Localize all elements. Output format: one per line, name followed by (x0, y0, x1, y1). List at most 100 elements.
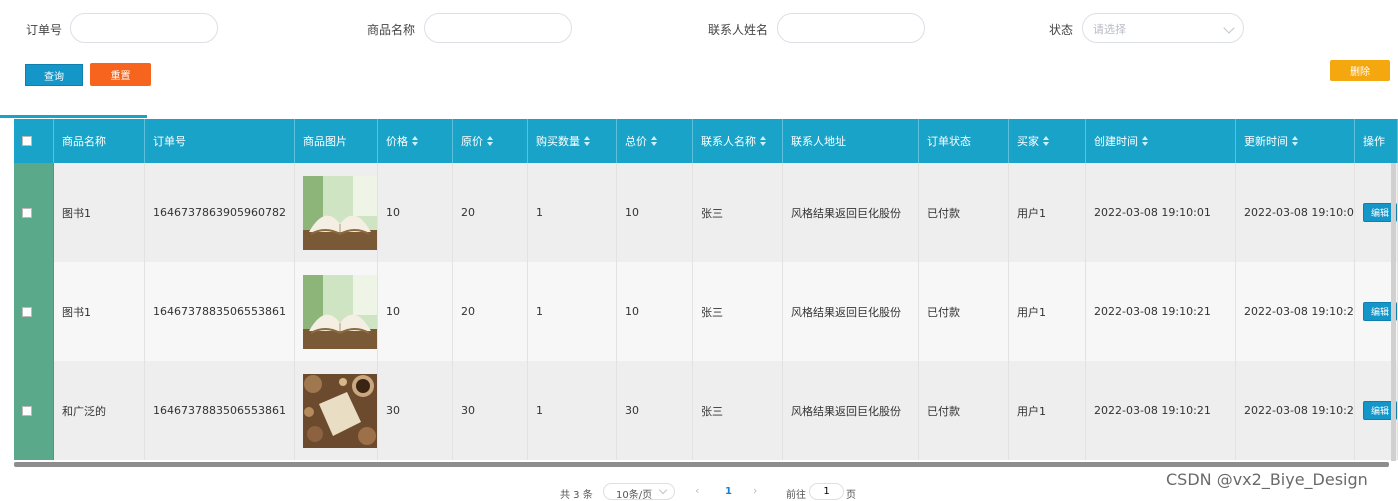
status-select[interactable]: 请选择 (1082, 13, 1244, 43)
cell-total: 30 (617, 361, 693, 460)
cell-text: 2022-03-08 19:10:27 (1244, 305, 1355, 318)
column-header-quantity[interactable]: 购买数量 (528, 119, 617, 163)
column-header-product-name: 商品名称 (54, 119, 145, 163)
column-header-updated-at[interactable]: 更新时间 (1236, 119, 1355, 163)
cell-text: 20 (461, 305, 475, 318)
column-header-actions: 操作 (1355, 119, 1398, 163)
column-header-original-price[interactable]: 原价 (453, 119, 528, 163)
cell-updated-at: 2022-03-08 19:10:27 (1236, 361, 1355, 460)
delete-button[interactable]: 删除 (1330, 60, 1390, 81)
column-header-check[interactable] (14, 119, 54, 163)
chevron-down-icon (658, 485, 668, 495)
cell-contact-name: 张三 (693, 361, 783, 460)
cell-contact-address: 风格结果返回巨化股份 (783, 163, 919, 262)
sort-icon[interactable] (487, 136, 493, 146)
cell-text: 30 (386, 404, 400, 417)
table-row: 和广泛的 1646737883506553861 30 30 1 30 张三 风格结果返回巨化… (14, 361, 1398, 460)
cell-created-at: 2022-03-08 19:10:21 (1086, 361, 1236, 460)
select-all-checkbox[interactable] (22, 136, 32, 146)
cell-price: 10 (378, 262, 453, 361)
row-checkbox[interactable] (22, 207, 32, 218)
product-name-input[interactable] (424, 13, 572, 43)
sort-icon[interactable] (651, 136, 657, 146)
cell-product-name: 图书1 (54, 262, 145, 361)
cell-image (295, 361, 378, 460)
contact-name-input[interactable] (777, 13, 925, 43)
watermark: CSDN @vx2_Biye_Design (1166, 470, 1368, 489)
column-header-created-at[interactable]: 创建时间 (1086, 119, 1236, 163)
next-page-icon[interactable]: › (753, 484, 757, 497)
goto-label: 前往 (786, 490, 806, 501)
cell-updated-at: 2022-03-08 19:10:27 (1236, 262, 1355, 361)
cell-text: 风格结果返回巨化股份 (791, 404, 901, 418)
cell-order-status: 已付款 (919, 163, 1009, 262)
cell-text: 2022-03-08 19:10:21 (1094, 305, 1211, 318)
cell-text: 1646737863905960782 (153, 206, 286, 219)
row-checkbox[interactable] (22, 405, 32, 416)
prev-page-icon[interactable]: ‹ (695, 484, 699, 497)
column-header-label: 买家 (1017, 135, 1039, 148)
cell-text: 2022-03-08 19:10:08 (1244, 206, 1355, 219)
query-button[interactable]: 查询 (25, 64, 83, 86)
goto-page-input[interactable] (809, 483, 844, 500)
cell-text: 用户1 (1017, 404, 1046, 418)
column-header-order-status: 订单状态 (919, 119, 1009, 163)
column-header-label: 原价 (461, 135, 483, 148)
table-row: 图书1 1646737863905960782 10 20 1 10 张三 风格结果返回巨化股… (14, 163, 1398, 262)
cell-buyer: 用户1 (1009, 262, 1086, 361)
cell-original-price: 30 (453, 361, 528, 460)
column-header-buyer[interactable]: 买家 (1009, 119, 1086, 163)
vertical-scrollbar[interactable] (1391, 163, 1396, 461)
contact-name-label: 联系人姓名 (708, 23, 769, 37)
table-header: 商品名称 订单号 商品图片 价格 原价 购买数量 总价 联系人名称 联系人地址 订单状态 买家 创建时… (14, 119, 1398, 163)
cell-text: 图书1 (62, 206, 91, 220)
cell-image (295, 262, 378, 361)
page-number-current[interactable]: 1 (725, 486, 732, 497)
horizontal-scrollbar[interactable] (14, 462, 1389, 467)
column-header-contact-address: 联系人地址 (783, 119, 919, 163)
sort-icon[interactable] (1142, 136, 1148, 146)
page-size-select[interactable]: 10条/页 (603, 483, 675, 501)
sort-icon[interactable] (584, 136, 590, 146)
cell-price: 30 (378, 361, 453, 460)
cell-text: 2022-03-08 19:10:01 (1094, 206, 1211, 219)
column-header-label: 创建时间 (1094, 135, 1138, 148)
cell-product-name: 和广泛的 (54, 361, 145, 460)
order-no-input[interactable] (70, 13, 218, 43)
cell-order-no: 1646737883506553861 (145, 262, 295, 361)
column-header-image: 商品图片 (295, 119, 378, 163)
cell-text: 2022-03-08 19:10:21 (1094, 404, 1211, 417)
column-header-label: 订单状态 (927, 135, 971, 148)
cell-text: 10 (625, 305, 639, 318)
cell-text: 张三 (701, 206, 723, 220)
search-bar: 订单号 商品名称 联系人姓名 状态 请选择 (0, 0, 1398, 60)
cell-contact-name: 张三 (693, 262, 783, 361)
page-suffix: 页 (846, 490, 856, 501)
column-header-total[interactable]: 总价 (617, 119, 693, 163)
sort-icon[interactable] (1043, 136, 1049, 146)
sort-icon[interactable] (1292, 136, 1298, 146)
page-size-value: 10条/页 (616, 490, 653, 501)
cell-order-status: 已付款 (919, 262, 1009, 361)
reset-button[interactable]: 重置 (90, 63, 151, 86)
column-header-price[interactable]: 价格 (378, 119, 453, 163)
column-header-contact-name[interactable]: 联系人名称 (693, 119, 783, 163)
cell-quantity: 1 (528, 163, 617, 262)
chevron-down-icon (1223, 22, 1235, 34)
column-header-label: 商品名称 (62, 135, 106, 148)
column-header-label: 操作 (1363, 135, 1385, 148)
cell-order-status: 已付款 (919, 361, 1009, 460)
orders-table: 商品名称 订单号 商品图片 价格 原价 购买数量 总价 联系人名称 联系人地址 订单状态 买家 创建时… (14, 119, 1398, 462)
cell-contact-address: 风格结果返回巨化股份 (783, 262, 919, 361)
cell-buyer: 用户1 (1009, 163, 1086, 262)
sort-icon[interactable] (760, 136, 766, 146)
row-checkbox[interactable] (22, 306, 32, 317)
pagination-total: 共 3 条 (560, 490, 593, 501)
cell-image (295, 163, 378, 262)
cell-total: 10 (617, 163, 693, 262)
cell-total: 10 (617, 262, 693, 361)
product-name-label: 商品名称 (367, 23, 416, 37)
cell-text: 图书1 (62, 305, 91, 319)
column-header-label: 更新时间 (1244, 135, 1288, 148)
sort-icon[interactable] (412, 136, 418, 146)
